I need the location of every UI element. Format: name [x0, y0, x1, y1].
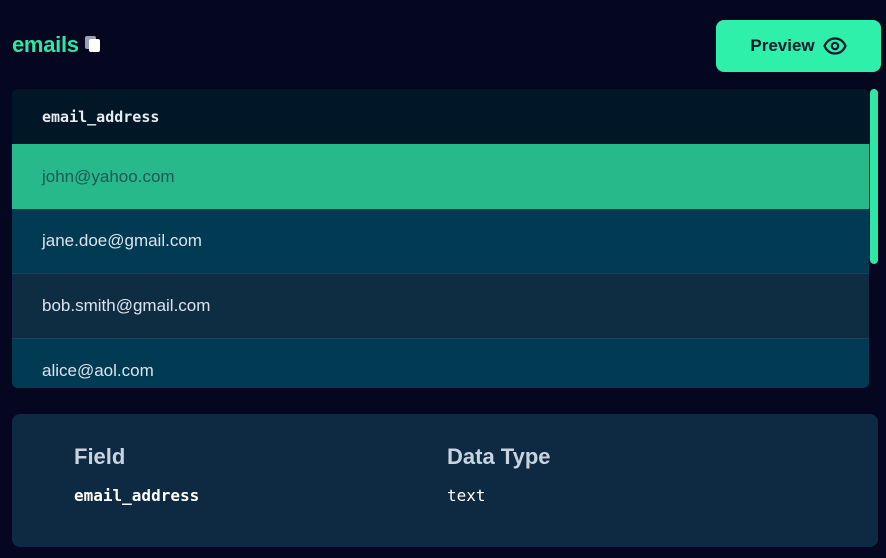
cell-email: jane.doe@gmail.com: [42, 231, 202, 250]
copy-icon[interactable]: [84, 36, 101, 54]
field-column: Field email_address: [74, 444, 199, 505]
header: emails Preview: [12, 20, 882, 72]
preview-button-label: Preview: [750, 36, 815, 55]
page-title: emails: [12, 32, 79, 57]
data-type-column: Data Type text: [447, 444, 551, 505]
eye-icon: [823, 34, 847, 58]
cell-email: alice@aol.com: [42, 361, 154, 380]
schema-panel: Field email_address Data Type text: [12, 414, 878, 547]
table-row[interactable]: jane.doe@gmail.com: [12, 209, 869, 274]
table-scrollbar[interactable]: [870, 89, 878, 264]
column-header[interactable]: email_address: [12, 89, 869, 144]
table-row[interactable]: john@yahoo.com: [12, 144, 869, 209]
data-type-header: Data Type: [447, 444, 551, 469]
cell-email: john@yahoo.com: [42, 166, 175, 186]
data-type-value: text: [447, 486, 486, 505]
field-header: Field: [74, 444, 126, 469]
field-value: email_address: [74, 486, 200, 505]
data-table: email_address john@yahoo.com jane.doe@gm…: [12, 89, 869, 388]
table-row[interactable]: alice@aol.com: [12, 339, 869, 388]
title-group: emails: [12, 32, 101, 58]
preview-button[interactable]: Preview: [716, 20, 881, 72]
table-row[interactable]: bob.smith@gmail.com: [12, 274, 869, 339]
cell-email: bob.smith@gmail.com: [42, 296, 211, 315]
